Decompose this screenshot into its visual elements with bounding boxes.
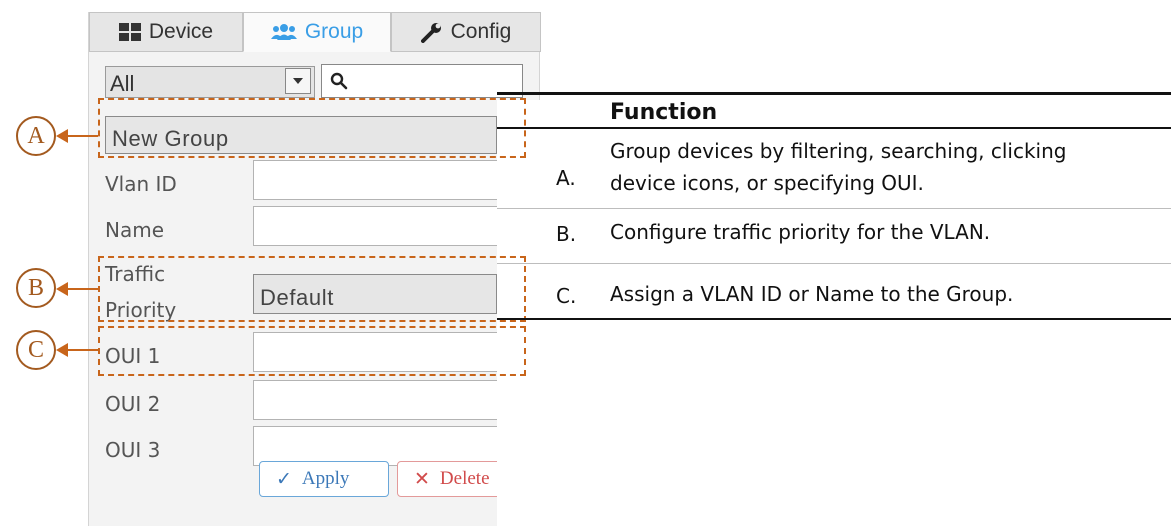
- callout-c: C: [16, 330, 56, 370]
- row-separator: [497, 208, 1171, 209]
- callout-b-arrow: [56, 282, 68, 296]
- tab-config[interactable]: Config: [391, 12, 541, 52]
- users-icon: [270, 23, 297, 41]
- apply-label: Apply: [301, 468, 350, 489]
- name-field[interactable]: [253, 206, 533, 246]
- oui2-label: OUI 2: [105, 392, 161, 416]
- vlan-id-field[interactable]: [253, 160, 533, 200]
- row-b-line1: Configure traffic priority for the VLAN.: [610, 220, 991, 244]
- row-b-letter: B.: [556, 222, 577, 246]
- search-input[interactable]: [321, 64, 523, 98]
- table-header-function: Function: [610, 100, 718, 125]
- callout-a-arrow: [56, 129, 68, 143]
- tab-device-label: Device: [148, 20, 214, 43]
- row-a-line1: Group devices by filtering, searching, c…: [610, 139, 1067, 163]
- tab-group-label: Group: [304, 20, 364, 43]
- row-a-line2: device icons, or specifying OUI.: [610, 171, 924, 195]
- table-bottom-rule: [497, 318, 1171, 320]
- callout-box-b: [98, 256, 526, 322]
- apply-button[interactable]: ✓ Apply: [259, 461, 389, 497]
- row-c-line1: Assign a VLAN ID or Name to the Group.: [610, 282, 1014, 306]
- callout-box-c: [98, 326, 526, 376]
- table-header-rule: [497, 127, 1171, 129]
- callout-b: B: [16, 268, 56, 308]
- search-icon: [330, 72, 348, 90]
- wrench-icon: [420, 23, 443, 43]
- row-separator: [497, 263, 1171, 264]
- grid-icon: [118, 23, 141, 41]
- delete-label: Delete: [439, 468, 490, 489]
- name-label: Name: [105, 218, 165, 242]
- close-icon: ✕: [414, 468, 430, 490]
- oui2-field[interactable]: [253, 380, 533, 420]
- chevron-down-icon[interactable]: [285, 68, 311, 94]
- filter-value: All: [110, 71, 135, 96]
- tab-device[interactable]: Device: [89, 12, 243, 52]
- oui3-field[interactable]: [253, 426, 533, 466]
- callout-box-a: [98, 98, 526, 158]
- tab-config-label: Config: [450, 20, 512, 43]
- row-c-letter: C.: [556, 284, 577, 308]
- callout-c-arrow: [56, 343, 68, 357]
- tab-group[interactable]: Group: [243, 12, 391, 52]
- table-top-rule: [497, 92, 1171, 95]
- row-a-letter: A.: [556, 166, 576, 190]
- oui3-label: OUI 3: [105, 438, 161, 462]
- callout-a: A: [16, 116, 56, 156]
- check-icon: ✓: [276, 468, 292, 490]
- tab-bar: Device Group Config: [89, 12, 541, 52]
- vlan-id-label: Vlan ID: [105, 172, 177, 196]
- filter-dropdown[interactable]: All: [105, 66, 315, 98]
